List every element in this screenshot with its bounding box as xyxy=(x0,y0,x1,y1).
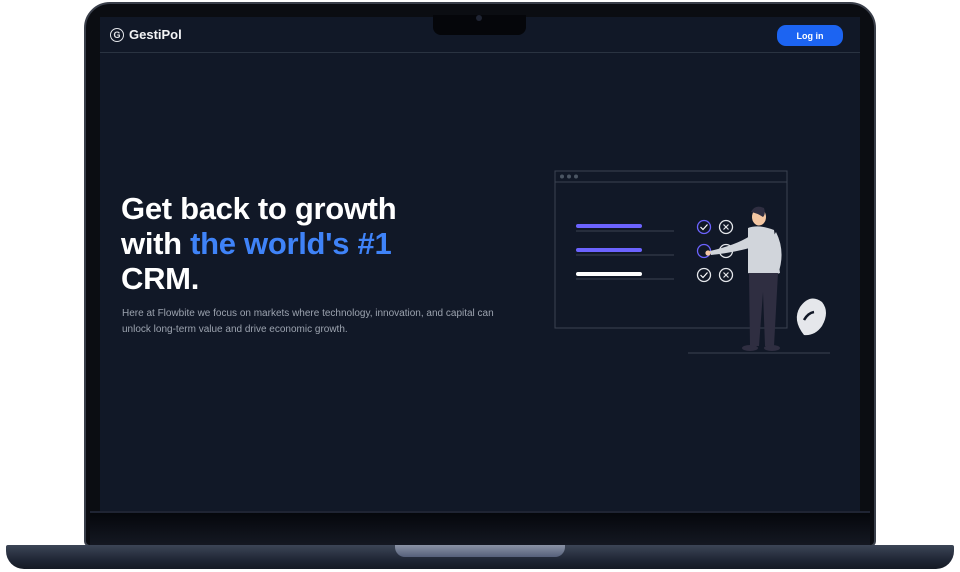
screen: G GestiPol Log in Get back to growth wit… xyxy=(100,17,860,511)
hero-description: Here at Flowbite we focus on markets whe… xyxy=(122,308,494,335)
brand-logo[interactable]: G GestiPol xyxy=(110,27,182,42)
hero-title: Get back to growth with the world's #1 C… xyxy=(121,191,481,296)
plant-graphic xyxy=(796,298,826,336)
hero-title-line1: Get back to growth xyxy=(121,191,397,226)
hero-title-line2-prefix: with xyxy=(121,226,191,261)
bottom-bezel xyxy=(90,511,870,545)
person-figure xyxy=(705,206,782,351)
checklist-rows xyxy=(576,224,674,280)
copyright-circle-icon: G xyxy=(110,27,124,42)
brand-name: GestiPol xyxy=(129,27,182,42)
hero-title-line3: CRM. xyxy=(121,261,200,296)
base-opening-notch xyxy=(395,545,565,557)
checklist-illustration xyxy=(554,170,830,354)
login-button[interactable]: Log in xyxy=(777,25,843,46)
hero-title-accent: the world's #1 xyxy=(190,226,392,261)
camera-icon xyxy=(476,15,482,21)
